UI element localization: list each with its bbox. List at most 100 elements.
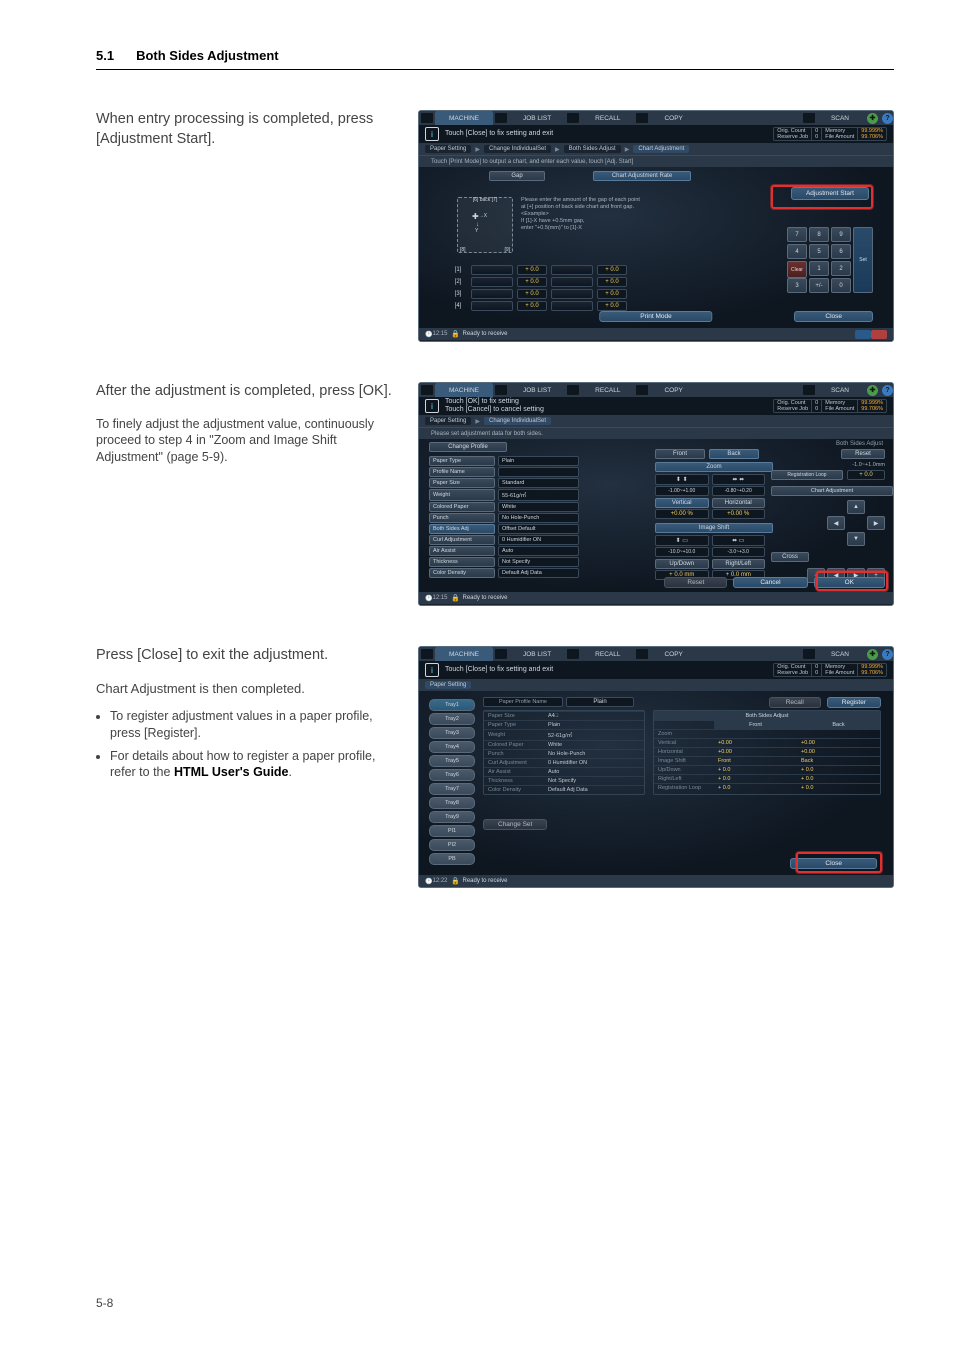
key-clear[interactable]: Clear — [787, 261, 807, 278]
adjustment-start-button[interactable]: Adjustment Start — [791, 187, 869, 200]
clock-icon: 🕐 — [425, 331, 432, 338]
prop-label[interactable]: Color Density — [429, 568, 495, 578]
tray-button[interactable]: Tray6 — [429, 769, 475, 781]
tab-scan[interactable]: SCAN — [817, 111, 863, 125]
bullet: To register adjustment values in a paper… — [110, 708, 396, 742]
section-number: 5.1 — [96, 48, 114, 63]
prop-label[interactable]: Punch — [429, 513, 495, 523]
chart-adjustment-button[interactable]: Chart Adjustment — [771, 486, 893, 496]
prop-value — [498, 467, 579, 477]
prop-label[interactable]: Weight — [429, 489, 495, 501]
gap-diagram: [6] back [7] ✚→X ↓ Y [8] [9] — [457, 197, 513, 253]
close-button[interactable]: Close — [790, 858, 877, 869]
tab-machine[interactable]: MACHINE — [435, 111, 493, 125]
cross-button[interactable]: Cross — [771, 552, 809, 562]
arrow-pad: ▲ ◀ ▶ ▼ — [771, 500, 885, 546]
screenshot-3: MACHINE JOB LIST RECALL COPY SCAN ✚ ? i … — [418, 646, 894, 888]
app-icon — [421, 113, 433, 123]
help-icon[interactable]: ✚ — [867, 385, 878, 396]
ok-button[interactable]: OK — [814, 577, 885, 588]
prop-label[interactable]: Thickness — [429, 557, 495, 567]
info-icon[interactable]: ? — [882, 385, 893, 396]
tray-button[interactable]: Tray4 — [429, 741, 475, 753]
status-table: Orig. Count0Memory99.999% Reserve Job0Fi… — [773, 127, 887, 141]
prop-label[interactable]: Air Assist — [429, 546, 495, 556]
window-tabs: MACHINE JOB LIST RECALL COPY SCAN ✚ ? — [419, 111, 893, 125]
tray-button[interactable]: PI2 — [429, 839, 475, 851]
subtab-rate[interactable]: Chart Adjustment Rate — [593, 171, 691, 181]
timestamp: 12:15 — [432, 331, 447, 337]
arrow-up[interactable]: ▲ — [847, 500, 865, 514]
key-7[interactable]: 7 — [787, 227, 807, 242]
updown-button[interactable]: Up/Down — [655, 559, 709, 569]
info-icon[interactable]: ? — [882, 113, 893, 124]
footer-chip[interactable] — [855, 330, 871, 339]
hint-text: Touch [Print Mode] to output a chart, an… — [419, 155, 893, 167]
prop-value: 55-61g/㎡ — [498, 489, 579, 501]
tab-copy[interactable]: COPY — [650, 111, 696, 125]
tray-button[interactable]: Tray5 — [429, 755, 475, 767]
tray-button[interactable]: Tray9 — [429, 811, 475, 823]
reset-button[interactable]: Reset — [841, 449, 885, 459]
prop-label[interactable]: Colored Paper — [429, 502, 495, 512]
bullet: For details about how to register a pape… — [110, 748, 396, 782]
tray-button[interactable]: PB — [429, 853, 475, 865]
lock-icon: 🔒 — [452, 594, 460, 602]
change-profile-tab[interactable]: Change Profile — [429, 442, 507, 452]
screenshot-2: MACHINE JOB LIST RECALL COPY SCAN ✚ ? i … — [418, 382, 894, 606]
horizontal-button[interactable]: Horizontal — [712, 498, 766, 508]
tab-joblist[interactable]: JOB LIST — [509, 111, 565, 125]
key-set[interactable]: Set — [853, 227, 873, 293]
tray-button[interactable]: Tray1 — [429, 699, 475, 711]
close-button[interactable]: Close — [794, 311, 873, 322]
tray-button[interactable]: Tray2 — [429, 713, 475, 725]
help-icon[interactable]: ✚ — [867, 113, 878, 124]
prop-value: 0 Humidifier ON — [498, 535, 579, 545]
prop-label[interactable]: Both Sides Adj — [429, 524, 495, 534]
cancel-button[interactable]: Cancel — [733, 577, 807, 588]
adjust-table: Both Sides AdjustFrontBackZoomVertical+0… — [653, 710, 881, 795]
screenshot-1: MACHINE JOB LIST RECALL COPY SCAN ✚ ? i … — [418, 110, 894, 342]
arrow-right[interactable]: ▶ — [867, 516, 885, 530]
breadcrumb: Paper Setting▶ Change IndividualSet▶ Bot… — [419, 143, 893, 155]
lock-icon: 🔒 — [452, 330, 460, 338]
reset-button-2[interactable]: Reset — [664, 577, 727, 588]
arrow-down[interactable]: ▼ — [847, 532, 865, 546]
change-set-button[interactable]: Change Set — [483, 819, 547, 830]
step-text: Press [Close] to exit the adjustment. — [96, 646, 396, 666]
info-icon[interactable]: ? — [882, 649, 893, 660]
footer-chip[interactable] — [871, 330, 887, 339]
prop-label[interactable]: Profile Name — [429, 467, 495, 477]
prop-label[interactable]: Paper Type — [429, 456, 495, 466]
rightleft-button[interactable]: Right/Left — [712, 559, 766, 569]
prop-value: Plain — [498, 456, 579, 466]
help-icon[interactable]: ✚ — [867, 649, 878, 660]
slider-y[interactable] — [551, 265, 593, 275]
tray-button[interactable]: Tray3 — [429, 727, 475, 739]
step-text: After the adjustment is completed, press… — [96, 382, 396, 402]
panel-title: Both Sides Adjust — [655, 439, 885, 449]
prop-label[interactable]: Curl Adjustment — [429, 535, 495, 545]
prop-label[interactable]: Paper Size — [429, 478, 495, 488]
page-number: 5-8 — [96, 1296, 113, 1310]
tab-recall[interactable]: RECALL — [581, 111, 634, 125]
tray-button[interactable]: Tray7 — [429, 783, 475, 795]
tray-list: Tray1 Tray2 Tray3 Tray4 Tray5 Tray6 Tray7 Tray8… — [429, 697, 475, 867]
reg-loop-button[interactable]: Registration Loop — [771, 470, 843, 480]
info-text: Touch [OK] to fix setting Touch [Cancel]… — [445, 398, 544, 413]
arrow-left[interactable]: ◀ — [827, 516, 845, 530]
zoom-diagram: ⬍ ⬍ — [655, 474, 709, 485]
slider-x[interactable] — [471, 265, 513, 275]
divider — [96, 69, 894, 70]
tray-button[interactable]: PI1 — [429, 825, 475, 837]
back-button[interactable]: Back — [709, 449, 759, 459]
subtab-gap[interactable]: Gap — [489, 171, 545, 181]
profile-table: Paper SizeA4□Paper TypePlainWeight52-61g… — [483, 710, 645, 795]
section-title: Both Sides Adjustment — [136, 48, 279, 63]
vertical-button[interactable]: Vertical — [655, 498, 709, 508]
print-mode-button[interactable]: Print Mode — [599, 311, 712, 322]
prop-value: Default Adj Data — [498, 568, 579, 578]
info-badge-icon: i — [425, 127, 439, 141]
tray-button[interactable]: Tray8 — [429, 797, 475, 809]
front-button[interactable]: Front — [655, 449, 705, 459]
